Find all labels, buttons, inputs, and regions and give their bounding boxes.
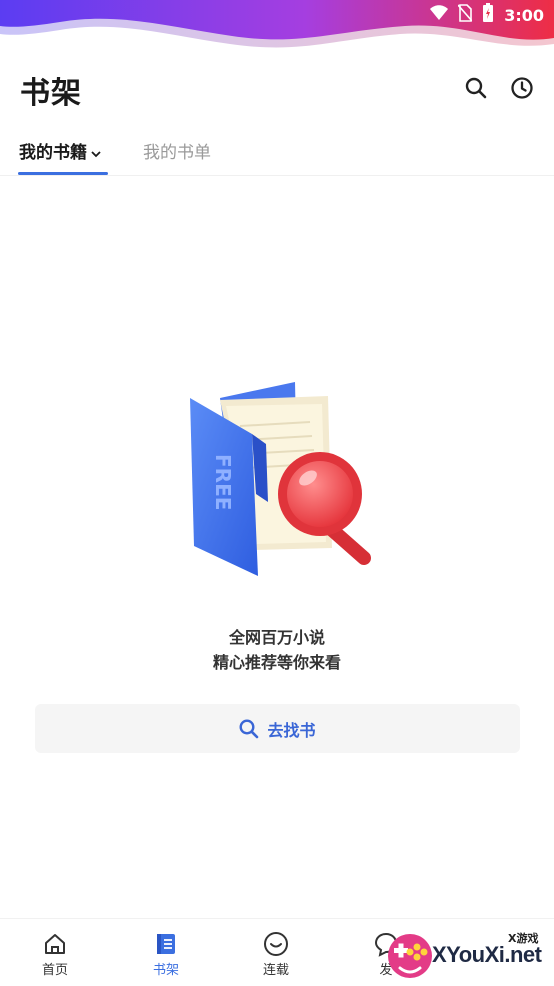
search-icon bbox=[465, 77, 487, 99]
chevron-down-icon[interactable] bbox=[91, 143, 101, 163]
illustration-free-text: FREE bbox=[211, 454, 235, 510]
search-button[interactable] bbox=[462, 74, 490, 102]
wifi-icon bbox=[430, 5, 449, 25]
tab-my-books[interactable]: 我的书籍 bbox=[19, 138, 101, 163]
smile-face-icon bbox=[264, 932, 288, 956]
nav-item-home[interactable]: 首页 bbox=[25, 931, 85, 978]
page-title: 书架 bbox=[20, 76, 82, 111]
nav-label-serial: 连载 bbox=[262, 963, 289, 978]
clock-icon bbox=[511, 77, 533, 99]
home-icon bbox=[45, 934, 65, 954]
battery-icon bbox=[482, 3, 494, 27]
find-books-label: 去找书 bbox=[267, 720, 316, 740]
header: 书架 bbox=[0, 60, 554, 120]
tab-my-books-label: 我的书籍 bbox=[19, 143, 87, 163]
watermark: X游戏 XYouXi.net bbox=[384, 926, 550, 984]
nav-item-serial[interactable]: 连载 bbox=[246, 931, 306, 978]
status-icons: 3:00 bbox=[430, 3, 544, 27]
tab-active-indicator bbox=[18, 172, 108, 175]
nav-label-bookshelf: 书架 bbox=[152, 963, 179, 978]
find-books-button[interactable]: 去找书 bbox=[35, 704, 520, 753]
status-bar: 3:00 bbox=[0, 0, 554, 56]
search-icon bbox=[239, 718, 259, 738]
bookshelf-icon bbox=[157, 934, 175, 954]
empty-state-subtitle: 精心推荐等你来看 bbox=[212, 653, 341, 672]
watermark-site-text: XYouXi.net bbox=[432, 942, 542, 967]
gamepad-logo-icon bbox=[388, 934, 432, 978]
tab-bar: 我的书籍 我的书单 bbox=[0, 128, 554, 176]
empty-shelf-illustration: FREE bbox=[180, 378, 380, 578]
tab-my-booklists[interactable]: 我的书单 bbox=[143, 138, 211, 163]
empty-state-title: 全网百万小说 bbox=[228, 628, 325, 647]
status-time: 3:00 bbox=[504, 5, 544, 25]
nav-item-bookshelf[interactable]: 书架 bbox=[136, 931, 196, 978]
tab-my-booklists-label: 我的书单 bbox=[143, 143, 211, 163]
nav-label-home: 首页 bbox=[41, 963, 68, 978]
history-button[interactable] bbox=[508, 74, 536, 102]
no-sim-icon bbox=[457, 4, 473, 26]
